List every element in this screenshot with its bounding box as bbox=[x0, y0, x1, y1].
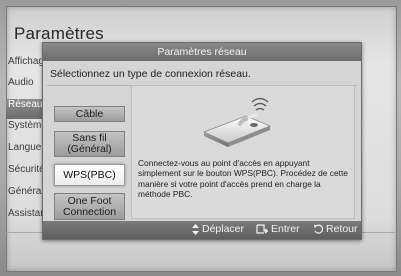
settings-menu-item[interactable]: Réseau bbox=[8, 99, 44, 110]
settings-menu-item[interactable]: Langue bbox=[8, 142, 44, 153]
wireless-option-label-line2: (Général) bbox=[67, 143, 112, 155]
option-description-text: Connectez-vous au point d'accès en appuy… bbox=[138, 158, 348, 199]
settings-menu-item[interactable]: Audio bbox=[8, 77, 44, 88]
enter-hint: Entrer bbox=[256, 223, 300, 235]
option-description-pane: Connectez-vous au point d'accès en appuy… bbox=[131, 85, 355, 219]
back-hint-label: Retour bbox=[326, 223, 358, 235]
one-foot-option-label-line1: One Foot bbox=[67, 194, 112, 207]
enter-icon bbox=[256, 224, 268, 234]
wps-pbc-option-button[interactable]: WPS(PBC) bbox=[54, 164, 125, 186]
move-hint-label: Déplacer bbox=[202, 223, 245, 235]
settings-menu-item[interactable]: Système bbox=[8, 120, 44, 131]
dialog-instruction: Sélectionnez un type de connexion réseau… bbox=[50, 68, 251, 80]
return-icon bbox=[314, 224, 323, 234]
settings-menu-item[interactable]: Sécurité bbox=[8, 164, 44, 175]
settings-menu-item[interactable]: Affichage bbox=[8, 56, 44, 67]
enter-hint-label: Entrer bbox=[271, 223, 300, 235]
up-down-arrows-icon bbox=[192, 223, 199, 235]
settings-menu-item[interactable]: Assistance bbox=[8, 208, 44, 219]
one-foot-option-label-line2: Connection bbox=[62, 205, 117, 218]
cable-option-label: Câble bbox=[75, 107, 104, 120]
dialog-footer-hints: Déplacer Entrer Retour bbox=[43, 221, 361, 239]
settings-menu-item[interactable]: Général bbox=[8, 186, 44, 197]
wireless-general-option-button[interactable]: Sans fil (Général) bbox=[54, 131, 125, 157]
wps-pbc-option-label: WPS(PBC) bbox=[63, 168, 116, 181]
move-hint: Déplacer bbox=[192, 223, 244, 235]
one-foot-connection-option-button[interactable]: One Foot Connection bbox=[54, 193, 125, 220]
cable-option-button[interactable]: Câble bbox=[54, 106, 125, 122]
back-hint: Retour bbox=[313, 223, 358, 235]
settings-page-title: Paramètres bbox=[14, 24, 104, 43]
tv-screen: Paramètres Affichage Audio Réseau Système La… bbox=[0, 0, 401, 276]
wps-router-icon bbox=[202, 97, 272, 147]
network-settings-dialog: Paramètres réseau Sélectionnez un type d… bbox=[42, 42, 362, 240]
dialog-title: Paramètres réseau bbox=[43, 43, 361, 61]
